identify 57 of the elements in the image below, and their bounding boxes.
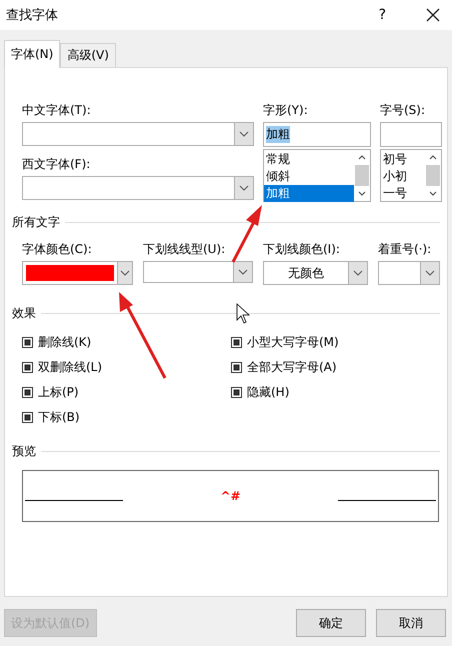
chevron-down-icon — [120, 270, 130, 276]
chevron-down-icon — [353, 270, 363, 276]
list-item[interactable]: 初号 — [381, 151, 425, 168]
checkbox-label: 全部大写字母(A) — [247, 358, 337, 376]
chevron-down-icon — [238, 269, 248, 275]
chevron-up-icon[interactable] — [429, 155, 437, 160]
field-label: 下划线颜色(I): — [263, 241, 341, 257]
style-input[interactable]: 加粗 — [263, 122, 371, 147]
section-heading: 效果 — [12, 305, 36, 322]
style-list[interactable]: 常规 倾斜 加粗 — [263, 149, 371, 202]
checkbox[interactable] — [22, 412, 33, 422]
annotation-arrow — [232, 205, 262, 263]
section-heading: 所有文字 — [12, 214, 60, 231]
chevron-down-icon — [239, 131, 249, 137]
checkbox[interactable] — [231, 386, 242, 398]
field-label: 着重号(·): — [378, 241, 432, 257]
checkbox[interactable] — [22, 362, 33, 372]
mouse-cursor-icon — [236, 303, 250, 324]
field-label: 字体颜色(C): — [22, 241, 93, 257]
checkbox-label: 隐藏(H) — [247, 384, 290, 400]
checkbox[interactable] — [231, 362, 242, 372]
field-label: 西文字体(F): — [22, 156, 92, 172]
section-heading: 预览 — [12, 443, 36, 460]
checkbox[interactable] — [22, 336, 33, 348]
preview-text: ^# — [219, 489, 242, 503]
ok-button[interactable]: 确定 — [296, 609, 366, 637]
checkbox-label: 小型大写字母(M) — [247, 334, 339, 350]
list-item[interactable]: 加粗 — [264, 185, 354, 202]
chevron-down-icon[interactable] — [358, 191, 366, 196]
chevron-up-icon[interactable] — [358, 155, 366, 160]
chevron-down-icon[interactable] — [429, 191, 437, 196]
checkbox[interactable] — [231, 336, 242, 348]
size-list[interactable]: 初号 小初 一号 — [380, 149, 442, 202]
list-item[interactable]: 一号 — [381, 185, 425, 202]
close-icon[interactable] — [426, 8, 440, 22]
list-item[interactable]: 倾斜 — [264, 168, 354, 185]
tab[interactable]: 高级(V) — [60, 43, 116, 67]
help-button[interactable]: ? — [378, 7, 386, 23]
chevron-down-icon — [425, 270, 435, 276]
checkbox-label: 双删除线(L) — [38, 358, 102, 376]
tab[interactable]: 字体(N) — [4, 40, 60, 68]
list-item[interactable]: 常规 — [264, 151, 354, 168]
window-title: 查找字体 — [6, 7, 59, 24]
checkbox[interactable] — [22, 386, 33, 398]
checkbox-label: 下标(B) — [38, 408, 80, 426]
field-label: 字号(S): — [380, 102, 426, 118]
size-input[interactable] — [380, 122, 442, 147]
checkbox-label: 上标(P) — [38, 384, 79, 400]
list-item[interactable]: 小初 — [381, 168, 425, 185]
field-label: 中文字体(T): — [22, 102, 92, 118]
underline-color-dropdown[interactable]: 无颜色 — [263, 261, 368, 285]
field-label: 字形(Y): — [263, 102, 309, 118]
cancel-button[interactable]: 取消 — [376, 609, 446, 637]
chevron-down-icon — [239, 185, 249, 191]
checkbox-label: 删除线(K) — [38, 334, 92, 350]
color-dropdown[interactable] — [22, 261, 133, 285]
field-label: 下划线线型(U): — [143, 241, 226, 257]
